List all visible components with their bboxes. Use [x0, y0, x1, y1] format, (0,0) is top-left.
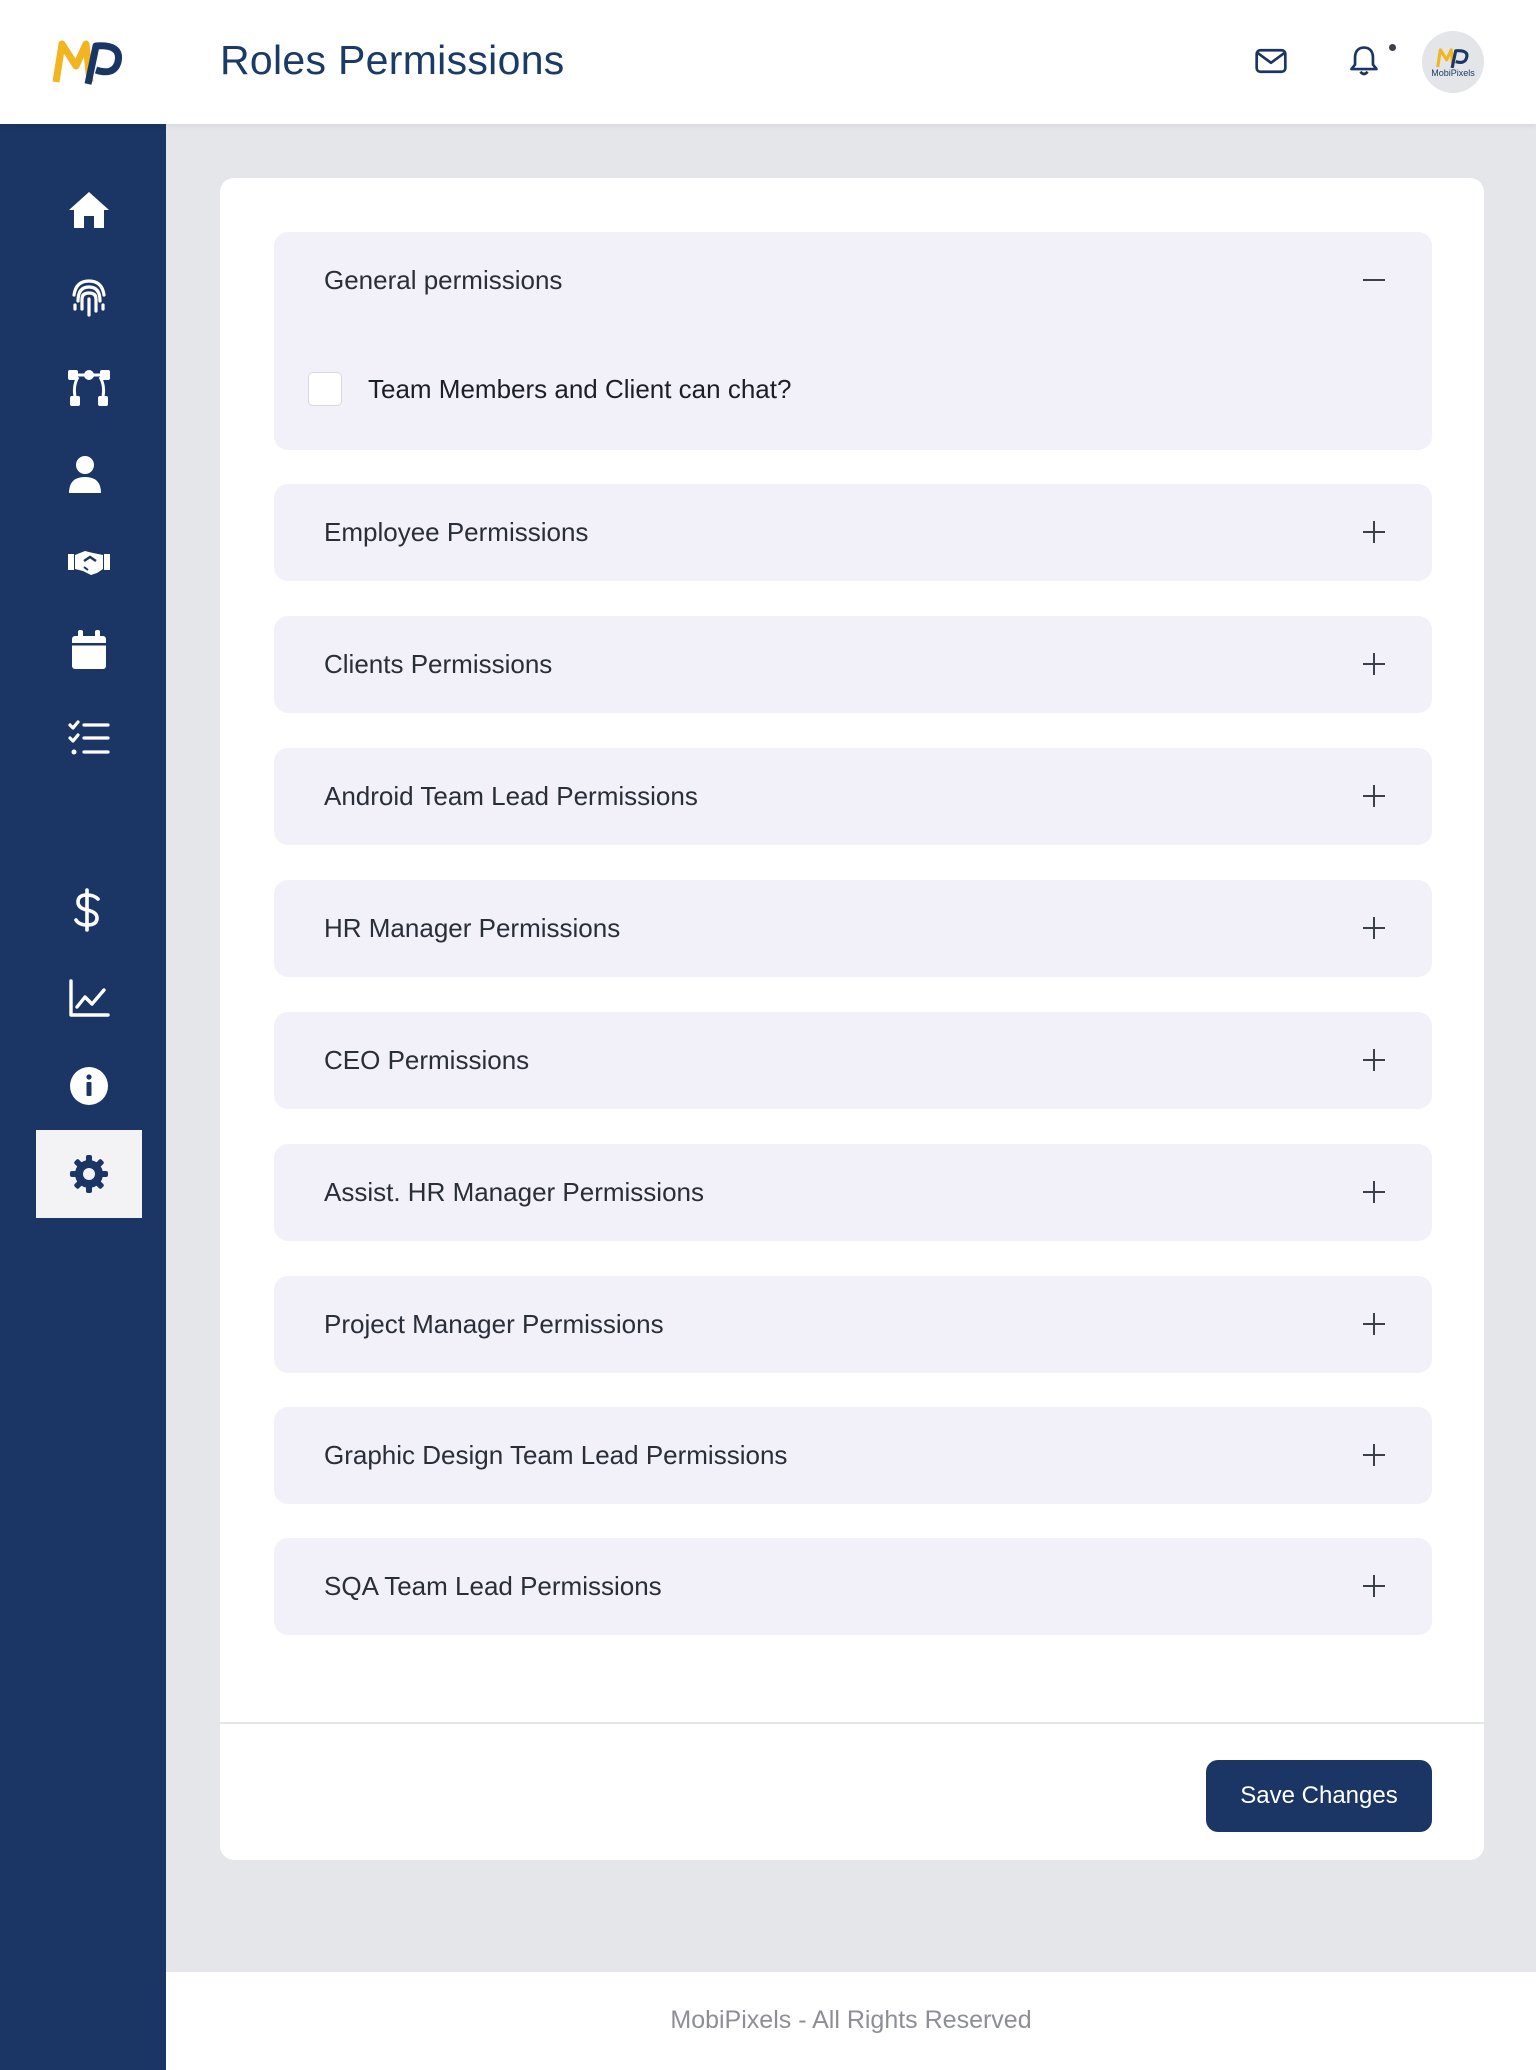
accordion-header-hr-manager[interactable]: HR Manager Permissions [274, 880, 1432, 976]
home-icon [69, 192, 109, 228]
accordion-header-graphic-design-team-lead[interactable]: Graphic Design Team Lead Permissions [274, 1407, 1432, 1503]
avatar-logo-icon [1436, 48, 1469, 69]
accordion-header-general[interactable]: General permissions [274, 232, 1432, 328]
sidebar-item-home[interactable] [36, 166, 142, 254]
avatar[interactable]: MobiPixels [1422, 31, 1484, 93]
user-icon [69, 456, 101, 493]
expand-plus-icon[interactable] [1360, 1046, 1388, 1074]
accordion-title: Project Manager Permissions [324, 1309, 664, 1339]
accordion-title: Graphic Design Team Lead Permissions [324, 1440, 788, 1470]
sidebar [0, 124, 166, 2070]
handshake-icon [68, 551, 110, 575]
permissions-card: General permissions Team Members and Cli… [220, 178, 1484, 1860]
calendar-icon [72, 630, 106, 669]
accordion-hr-manager-permissions: HR Manager Permissions [274, 880, 1432, 977]
accordion-header-project-manager[interactable]: Project Manager Permissions [274, 1276, 1432, 1372]
sidebar-item-attendance[interactable] [36, 254, 142, 342]
card-divider [220, 1722, 1484, 1724]
sidebar-item-info[interactable] [36, 1042, 142, 1130]
page-title: Roles Permissions [220, 37, 565, 83]
avatar-caption: MobiPixels [1431, 68, 1475, 78]
accordion-title: HR Manager Permissions [324, 913, 621, 943]
accordion-title: Clients Permissions [324, 649, 553, 679]
chat-permission-label: Team Members and Client can chat? [368, 373, 792, 404]
sidebar-item-projects[interactable] [36, 342, 142, 430]
collapse-minus-icon[interactable] [1360, 266, 1388, 294]
gear-icon [70, 1155, 108, 1193]
mobipixels-logo[interactable] [52, 36, 124, 88]
notification-dot [1389, 44, 1396, 51]
accordion-general-permissions: General permissions Team Members and Cli… [274, 232, 1432, 450]
accordion-title: SQA Team Lead Permissions [324, 1571, 662, 1601]
sidebar-item-clients[interactable] [36, 518, 142, 606]
accordion-project-manager-permissions: Project Manager Permissions [274, 1276, 1432, 1373]
mail-icon[interactable] [1252, 42, 1290, 80]
sidebar-item-tasks[interactable] [36, 694, 142, 782]
accordion-title: Assist. HR Manager Permissions [324, 1177, 704, 1207]
sidebar-item-calendar[interactable] [36, 606, 142, 694]
accordion-assist-hr-manager-permissions: Assist. HR Manager Permissions [274, 1144, 1432, 1241]
accordion-title: Android Team Lead Permissions [324, 781, 698, 811]
fingerprint-icon [72, 279, 106, 317]
expand-plus-icon[interactable] [1360, 914, 1388, 942]
footer-copyright: MobiPixels - All Rights Reserved [670, 2006, 1032, 2034]
checklist-icon [68, 720, 110, 755]
accordion-employee-permissions: Employee Permissions [274, 484, 1432, 581]
accordion-sqa-team-lead-permissions: SQA Team Lead Permissions [274, 1538, 1432, 1635]
dollar-icon [74, 888, 100, 932]
accordion-header-android-team-lead[interactable]: Android Team Lead Permissions [274, 748, 1432, 844]
sidebar-item-employees[interactable] [36, 430, 142, 518]
accordion-header-ceo[interactable]: CEO Permissions [274, 1012, 1432, 1108]
accordion-android-team-lead-permissions: Android Team Lead Permissions [274, 748, 1432, 845]
info-icon [70, 1067, 108, 1105]
accordion-title: Employee Permissions [324, 517, 589, 547]
expand-plus-icon[interactable] [1360, 518, 1388, 546]
accordion-header-clients[interactable]: Clients Permissions [274, 616, 1432, 712]
accordion-title: General permissions [324, 265, 563, 295]
top-header: Roles Permissions MobiPixels [0, 0, 1536, 124]
expand-plus-icon[interactable] [1360, 1178, 1388, 1206]
sidebar-item-reports[interactable] [36, 954, 142, 1042]
chart-line-icon [69, 979, 110, 1017]
expand-plus-icon[interactable] [1360, 1441, 1388, 1469]
expand-plus-icon[interactable] [1360, 1572, 1388, 1600]
accordion-clients-permissions: Clients Permissions [274, 616, 1432, 713]
chat-permission-option: Team Members and Client can chat? [308, 372, 791, 406]
sidebar-item-payroll[interactable] [36, 866, 142, 954]
chat-permission-checkbox[interactable] [308, 372, 342, 406]
footer: MobiPixels - All Rights Reserved [166, 1972, 1536, 2070]
accordion-ceo-permissions: CEO Permissions [274, 1012, 1432, 1109]
expand-plus-icon[interactable] [1360, 1310, 1388, 1338]
notification-bell-icon[interactable] [1345, 42, 1383, 80]
expand-plus-icon[interactable] [1360, 782, 1388, 810]
accordion-header-employee[interactable]: Employee Permissions [274, 484, 1432, 580]
expand-plus-icon[interactable] [1360, 650, 1388, 678]
save-changes-button[interactable]: Save Changes [1206, 1760, 1432, 1832]
accordion-header-assist-hr-manager[interactable]: Assist. HR Manager Permissions [274, 1144, 1432, 1240]
vector-nodes-icon [68, 370, 110, 406]
accordion-graphic-design-team-lead-permissions: Graphic Design Team Lead Permissions [274, 1407, 1432, 1504]
sidebar-item-settings[interactable] [36, 1130, 142, 1218]
accordion-header-sqa-team-lead[interactable]: SQA Team Lead Permissions [274, 1538, 1432, 1634]
accordion-title: CEO Permissions [324, 1045, 530, 1075]
